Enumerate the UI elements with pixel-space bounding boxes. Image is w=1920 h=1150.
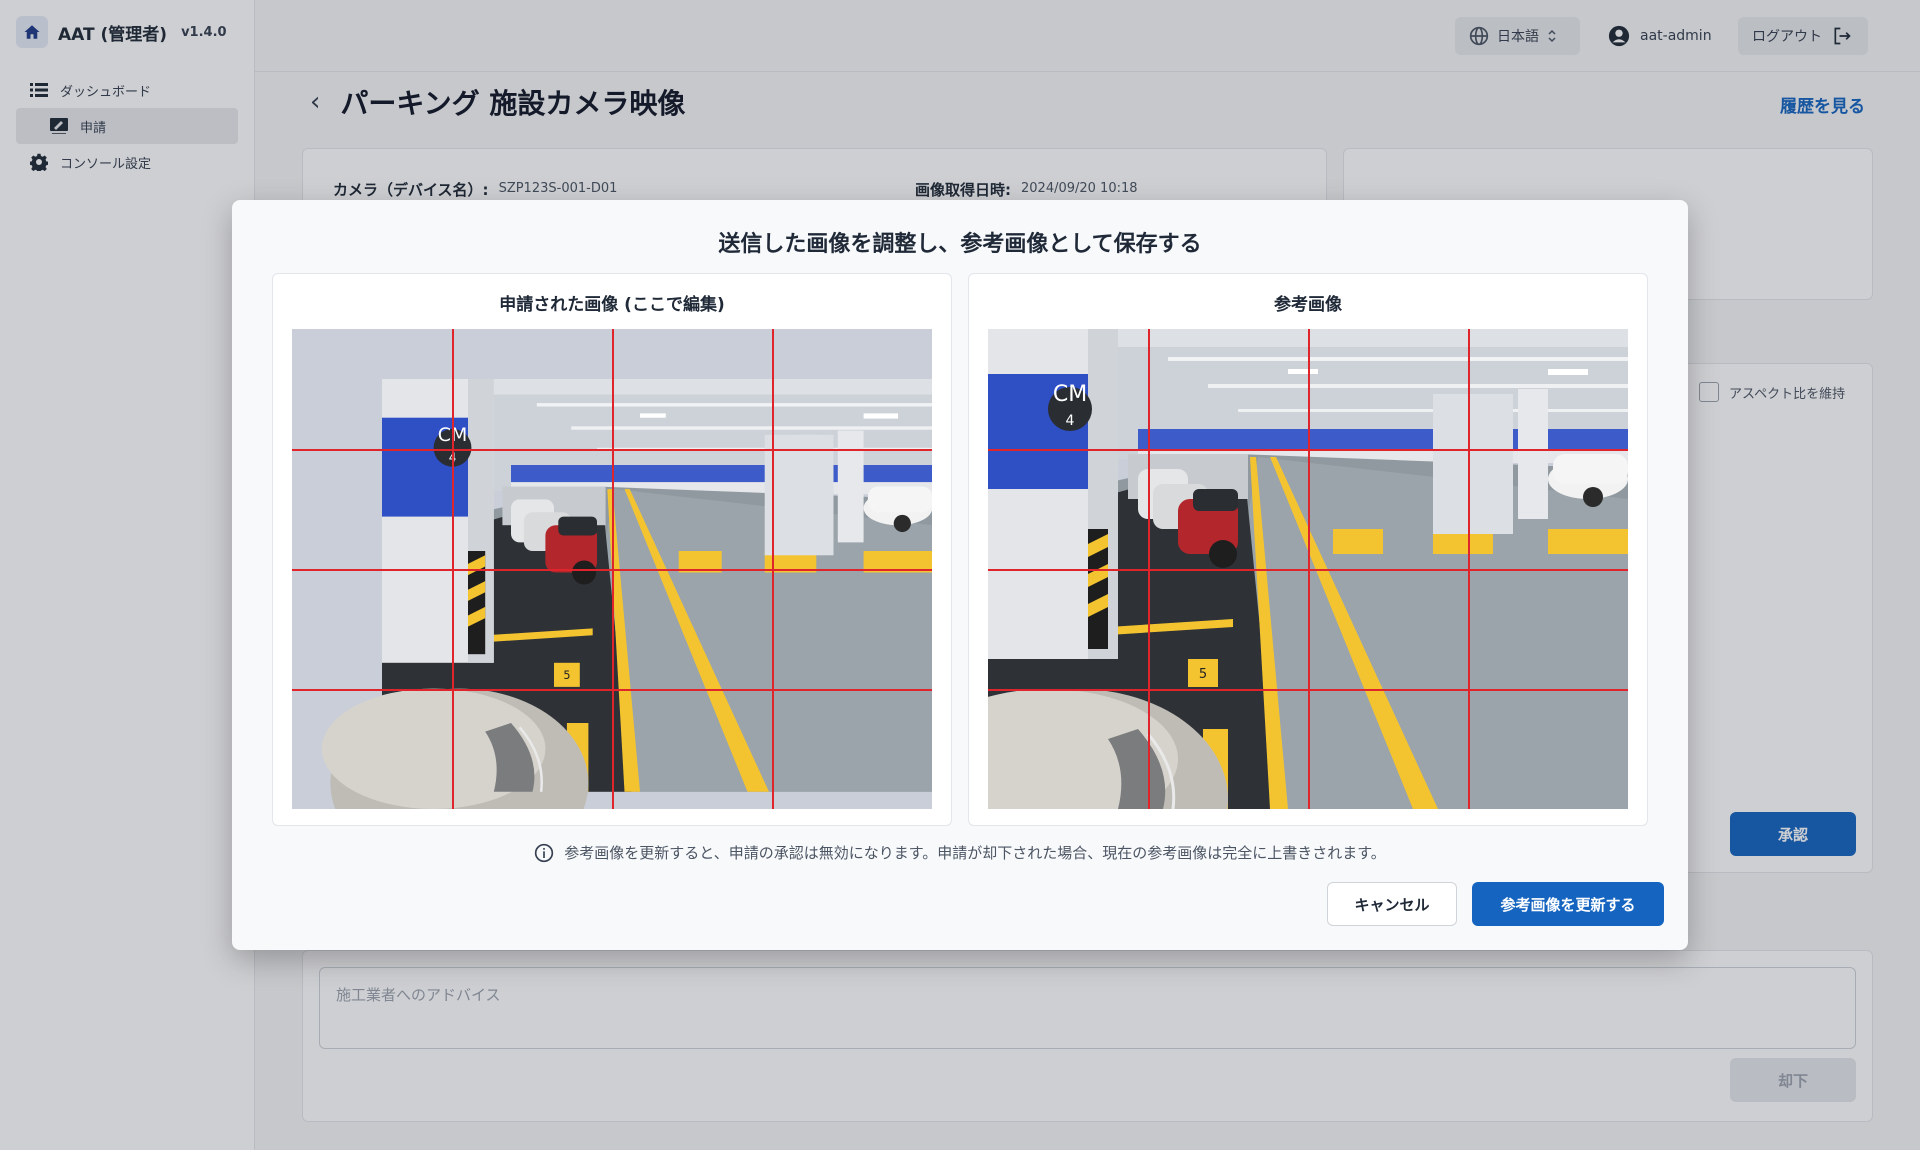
grid-line — [292, 689, 932, 691]
grid-line — [292, 569, 932, 571]
submitted-image-editor[interactable] — [292, 329, 932, 809]
info-icon — [535, 843, 554, 862]
reference-image — [988, 329, 1628, 809]
warning-note-text: 参考画像を更新すると、申請の承認は無効になります。申請が却下された場合、現在の参… — [564, 844, 1386, 862]
grid-line — [988, 449, 1628, 451]
submitted-image-title: 申請された画像 (ここで編集) — [499, 295, 725, 315]
grid-line — [292, 449, 932, 451]
submitted-image-panel: 申請された画像 (ここで編集) — [272, 273, 952, 826]
modal-title: 送信した画像を調整し、参考画像として保存する — [718, 232, 1202, 257]
grid-line — [988, 569, 1628, 571]
parking-photo — [320, 377, 932, 809]
grid-line — [988, 689, 1628, 691]
warning-note: 参考画像を更新すると、申請の承認は無効になります。申請が却下された場合、現在の参… — [232, 842, 1688, 863]
reference-image-panel: 参考画像 — [968, 273, 1648, 826]
reference-image-title: 参考画像 — [1274, 295, 1342, 315]
adjust-image-modal: 送信した画像を調整し、参考画像として保存する 申請された画像 (ここで編集) 参… — [232, 200, 1688, 950]
update-reference-button[interactable]: 参考画像を更新する — [1472, 882, 1664, 926]
cancel-button[interactable]: キャンセル — [1327, 882, 1457, 926]
